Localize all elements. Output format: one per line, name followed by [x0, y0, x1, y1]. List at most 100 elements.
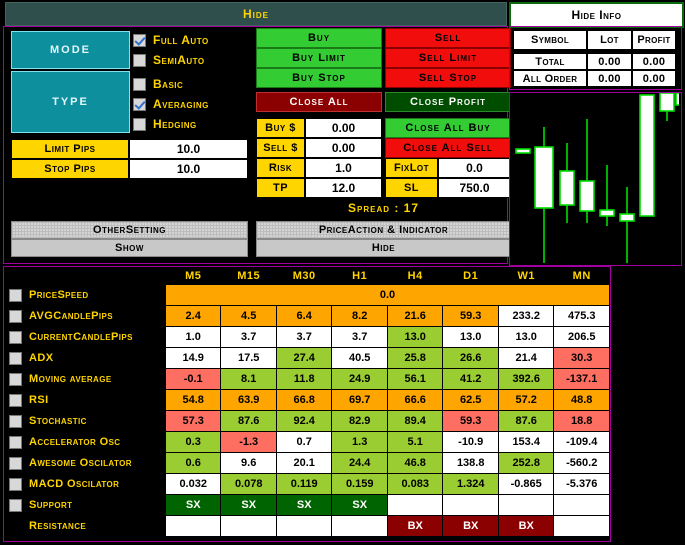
indicator-cell: 40.5 — [331, 347, 388, 369]
indicator-cell: 252.8 — [497, 452, 555, 474]
indicator-cell: -0.865 — [497, 473, 555, 495]
indicator-cell: 3.7 — [275, 326, 333, 348]
checkbox-basic[interactable] — [133, 77, 146, 91]
stop-pips-label: Stop Pips — [11, 159, 129, 179]
checkbox-row-basic[interactable]: Basic — [133, 74, 183, 94]
indicator-cell: 18.8 — [553, 410, 610, 432]
buy-label: Buy — [307, 32, 331, 44]
info-total-label: Total — [535, 55, 565, 68]
sell-button[interactable]: Sell — [385, 28, 511, 48]
sell-dollar-value: 0.00 — [331, 141, 356, 155]
buy-limit-button[interactable]: Buy Limit — [256, 48, 382, 68]
checkbox-indicator-9[interactable] — [9, 477, 22, 491]
buy-dollar-label-text: Buy $ — [265, 122, 296, 134]
indicator-table-panel: M5 M15 M30 H1 H4 D1 W1 MN PriceSpeed 0.0 AVGCandl… — [3, 266, 611, 542]
indicator-cell: 11.8 — [275, 368, 333, 390]
indicator-cell: 392.6 — [497, 368, 555, 390]
buy-stop-button[interactable]: Buy Stop — [256, 68, 382, 88]
indicator-cell — [553, 515, 610, 537]
checkbox-row-averaging[interactable]: Averaging — [133, 94, 209, 114]
indicator-cell: 24.9 — [331, 368, 388, 390]
show-label: Show — [115, 242, 144, 254]
buy-stop-label: Buy Stop — [292, 72, 346, 84]
indicator-cell: 26.6 — [442, 347, 499, 369]
indicator-column-mn: MN — [572, 269, 591, 282]
buy-dollar-input[interactable]: 0.00 — [305, 118, 382, 138]
close-profit-button[interactable]: Close Profit — [385, 92, 511, 112]
indicator-cell: 1.3 — [331, 431, 388, 453]
indicator-cell: 14.9 — [164, 347, 222, 369]
checkbox-semiauto[interactable] — [133, 53, 146, 67]
checkbox-indicator-5[interactable] — [9, 393, 22, 407]
hide-panel-button[interactable]: Hide — [256, 239, 511, 257]
other-setting-button[interactable]: OtherSetting — [11, 221, 248, 239]
limit-pips-label: Limit Pips — [11, 139, 129, 159]
indicator-cell: 0.159 — [331, 473, 388, 495]
checkbox-indicator-0[interactable] — [9, 288, 22, 302]
checkbox-averaging[interactable] — [133, 97, 146, 111]
hide-info-button[interactable]: Hide Info — [509, 2, 684, 28]
show-button[interactable]: Show — [11, 239, 248, 257]
checkbox-row-semiauto[interactable]: SemiAuto — [133, 50, 205, 70]
sl-input[interactable]: 750.0 — [438, 178, 511, 198]
sell-dollar-label: Sell $ — [256, 138, 305, 158]
indicator-cell: 4.5 — [220, 305, 277, 327]
risk-input[interactable]: 1.0 — [305, 158, 382, 178]
indicator-cell — [553, 494, 610, 516]
close-all-button[interactable]: Close All — [256, 92, 382, 112]
checkbox-row-full-auto[interactable]: Full Auto — [133, 30, 209, 50]
indicator-label: Support — [29, 499, 73, 511]
indicator-cell: 9.6 — [220, 452, 277, 474]
indicator-label: CurrentCandlePips — [29, 331, 133, 343]
checkbox-indicator-8[interactable] — [9, 456, 22, 470]
info-header-symbol: Symbol — [513, 30, 587, 50]
indicator-column-h1: H1 — [352, 269, 368, 282]
checkbox-indicator-3[interactable] — [9, 351, 22, 365]
indicator-column-d1: D1 — [463, 269, 479, 282]
limit-pips-input[interactable]: 10.0 — [129, 139, 248, 159]
close-all-label: Close All — [289, 96, 349, 108]
indicator-row-label-cell: PriceSpeed — [4, 285, 165, 306]
mode-button[interactable]: MODE — [11, 31, 130, 69]
sl-label: SL — [385, 178, 438, 198]
risk-label: Risk — [256, 158, 305, 178]
checkbox-indicator-6[interactable] — [9, 414, 22, 428]
indicator-cell: 0.6 — [164, 452, 222, 474]
checkbox-indicator-7[interactable] — [9, 435, 22, 449]
indicator-row: Support SX SX SX SX — [4, 494, 610, 516]
indicator-cell — [164, 515, 222, 537]
indicator-cell — [331, 515, 388, 537]
indicator-cell: 41.2 — [442, 368, 499, 390]
close-all-buy-button[interactable]: Close All Buy — [385, 118, 511, 138]
checkbox-label-full-auto: Full Auto — [153, 33, 209, 47]
fixlot-input[interactable]: 0.0 — [438, 158, 511, 178]
checkbox-indicator-10[interactable] — [9, 498, 22, 512]
type-button[interactable]: TYPE — [11, 71, 130, 133]
indicator-cell: 8.1 — [220, 368, 277, 390]
hide-title-bar[interactable]: Hide — [5, 2, 507, 26]
indicator-row-label-cell: AVGCandlePips — [4, 306, 165, 327]
close-profit-label: Close Profit — [409, 96, 487, 108]
indicator-cell: 0.0 — [164, 284, 611, 306]
sell-dollar-input[interactable]: 0.00 — [305, 138, 382, 158]
sl-label-text: SL — [403, 182, 420, 194]
checkbox-full-auto[interactable] — [133, 33, 146, 47]
tp-input[interactable]: 12.0 — [305, 178, 382, 198]
sell-limit-button[interactable]: Sell Limit — [385, 48, 511, 68]
info-row-total-label: Total — [513, 53, 587, 70]
buy-button[interactable]: Buy — [256, 28, 382, 48]
checkbox-hedging[interactable] — [133, 117, 146, 131]
checkbox-indicator-2[interactable] — [9, 330, 22, 344]
close-all-sell-button[interactable]: Close All Sell — [385, 138, 511, 158]
stop-pips-label-text: Stop Pips — [44, 163, 96, 175]
indicator-cell: 233.2 — [497, 305, 555, 327]
fixlot-label: FixLot — [385, 158, 438, 178]
stop-pips-input[interactable]: 10.0 — [129, 159, 248, 179]
checkbox-row-hedging[interactable]: Hedging — [133, 114, 197, 134]
checkbox-indicator-4[interactable] — [9, 372, 22, 386]
indicator-row: Moving average -0.1 8.1 11.8 24.9 56.1 41.2 392… — [4, 368, 610, 390]
indicator-cell: 92.4 — [275, 410, 333, 432]
price-action-indicator-button[interactable]: PriceAction & Indicator — [256, 221, 511, 239]
sell-stop-button[interactable]: Sell Stop — [385, 68, 511, 88]
checkbox-indicator-1[interactable] — [9, 309, 22, 323]
